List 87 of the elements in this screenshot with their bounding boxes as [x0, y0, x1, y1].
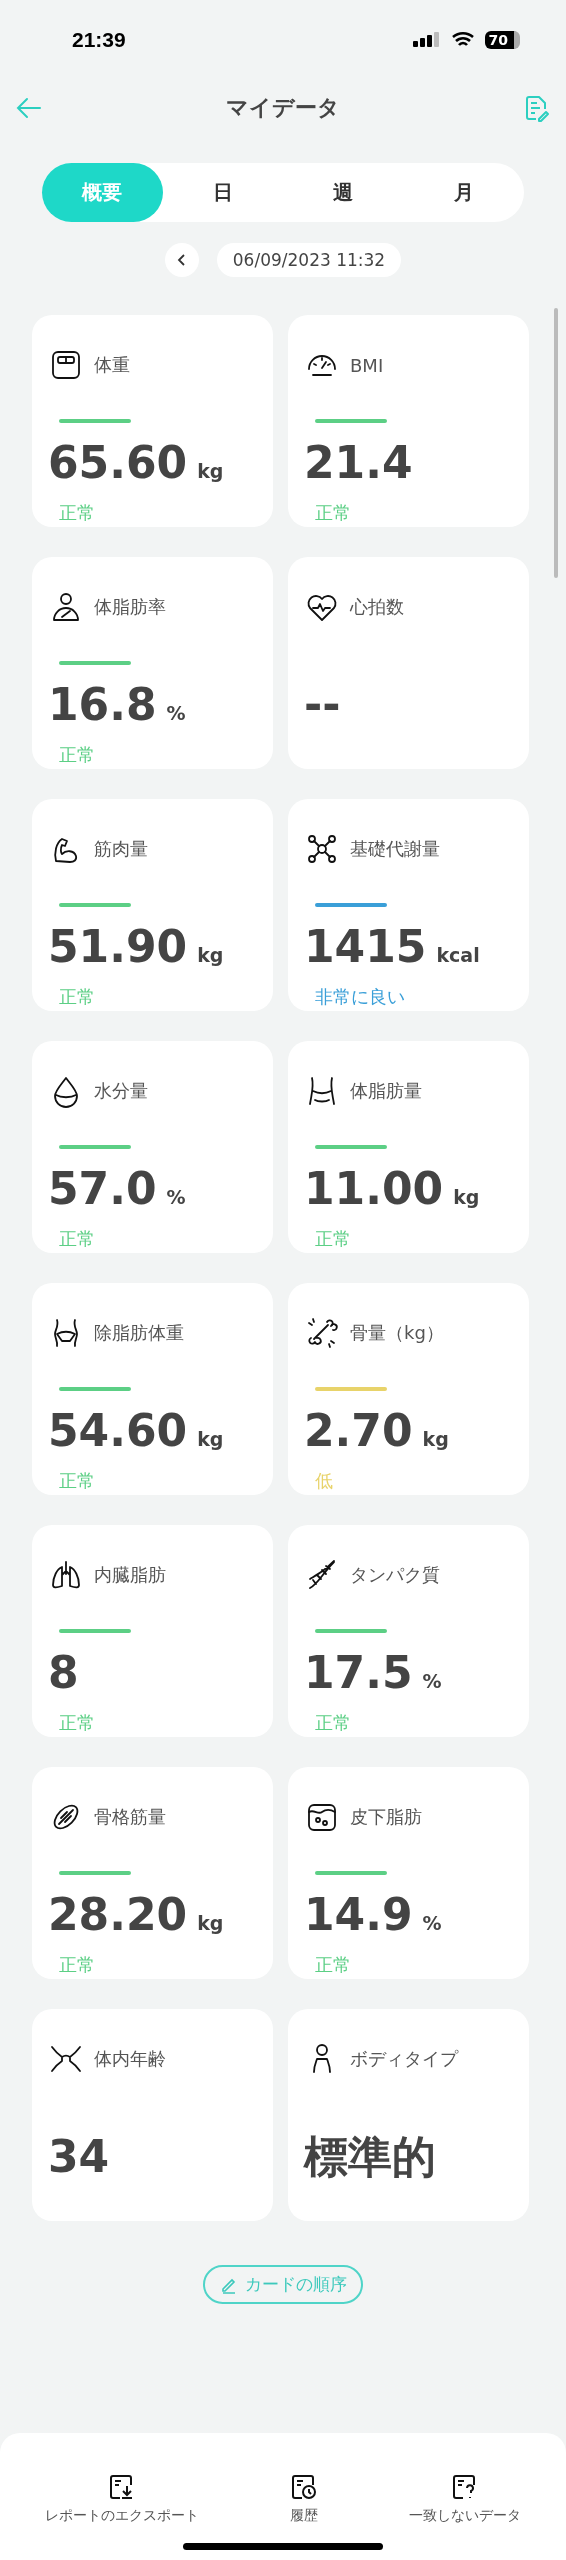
home-indicator[interactable]	[183, 2543, 383, 2550]
metric-unit: %	[166, 1186, 186, 1208]
metric-card[interactable]: 除脂肪体重 54.60 kg 正常	[32, 1283, 273, 1495]
metric-value: 54.60	[48, 1405, 188, 1457]
metric-title: 心拍数	[350, 595, 404, 619]
status-label: 非常に良い	[315, 985, 406, 1009]
metric-title: 体内年齢	[94, 2047, 166, 2071]
scrollbar[interactable]	[554, 308, 558, 578]
metric-unit: kg	[197, 1428, 224, 1450]
metric-unit: kg	[422, 1428, 449, 1450]
status-label: 正常	[315, 1227, 352, 1251]
bottom-bar-item[interactable]: 履歴	[290, 2473, 318, 2560]
metric-card[interactable]: 水分量 57.0 % 正常	[32, 1041, 273, 1253]
metric-unit: kg	[453, 1186, 480, 1208]
metric-card[interactable]: 骨量（kg） 2.70 kg 低	[288, 1283, 529, 1495]
metric-title: ボディタイプ	[350, 2047, 458, 2071]
metric-value: 51.90	[48, 921, 188, 973]
status-label: 正常	[315, 1953, 352, 1977]
metric-value: 標準的	[304, 2131, 436, 2183]
metric-value: 2.70	[304, 1405, 413, 1457]
metric-card[interactable]: 内臓脂肪 8 正常	[32, 1525, 273, 1737]
metric-card[interactable]: タンパク質 17.5 % 正常	[288, 1525, 529, 1737]
metric-value: 14.9	[304, 1889, 413, 1941]
metric-value: 11.00	[304, 1163, 444, 1215]
status-label: 正常	[59, 1953, 96, 1977]
metric-unit: kg	[197, 1912, 224, 1934]
status-label: 正常	[59, 1469, 96, 1493]
previous-button[interactable]	[164, 243, 199, 277]
metric-card[interactable]: 体内年齢 34	[32, 2009, 273, 2221]
metric-unit: kcal	[436, 944, 480, 966]
metric-title: 基礎代謝量	[350, 837, 440, 861]
metric-value: 34	[48, 2131, 110, 2183]
status-label: 正常	[59, 743, 96, 767]
battery-level: 70	[484, 31, 520, 49]
metric-unit: %	[166, 702, 186, 724]
bottom-bar-item[interactable]: 一致しないデータ	[408, 2473, 521, 2560]
metric-value: 16.8	[48, 679, 157, 731]
document-clock-icon	[290, 2473, 318, 2501]
metric-title: 水分量	[94, 1079, 148, 1103]
period-tab[interactable]: 月	[403, 163, 524, 222]
metric-unit: kg	[197, 460, 224, 482]
status-label: 正常	[315, 501, 352, 525]
metric-title: 骨量（kg）	[350, 1321, 444, 1345]
metric-value: 1415	[304, 921, 427, 973]
signal-icon	[412, 31, 441, 49]
status-label: 正常	[59, 501, 96, 525]
period-tab[interactable]: 週	[283, 163, 404, 222]
metric-title: 除脂肪体重	[94, 1321, 184, 1345]
metric-card[interactable]: 骨格筋量 28.20 kg 正常	[32, 1767, 273, 1979]
metric-card[interactable]: ボディタイプ 標準的	[288, 2009, 529, 2221]
metric-title: 体重	[94, 353, 130, 377]
metric-value: --	[304, 679, 341, 731]
status-label: 正常	[59, 1227, 96, 1251]
status-label: 正常	[59, 1711, 96, 1735]
metric-value: 21.4	[304, 437, 413, 489]
status-label: 正常	[59, 985, 96, 1009]
bottom-bar-item[interactable]: レポートのエクスポート	[45, 2473, 200, 2560]
clock-time: 21:39	[72, 28, 126, 52]
metric-title: 体脂肪率	[94, 595, 166, 619]
metric-card[interactable]: BMI 21.4 正常	[288, 315, 529, 527]
metric-value: 65.60	[48, 437, 188, 489]
status-label: 低	[315, 1469, 334, 1493]
status-label: 正常	[315, 1711, 352, 1735]
metric-card[interactable]: 体重 65.60 kg 正常	[32, 315, 273, 527]
metric-card[interactable]: 基礎代謝量 1415 kcal 非常に良い	[288, 799, 529, 1011]
metric-title: 骨格筋量	[94, 1805, 166, 1829]
metric-card[interactable]: 筋肉量 51.90 kg 正常	[32, 799, 273, 1011]
metric-value: 28.20	[48, 1889, 188, 1941]
metric-unit: %	[422, 1670, 442, 1692]
page-title: マイデータ	[226, 94, 340, 122]
period-tab[interactable]: 日	[162, 163, 283, 222]
measurement-date: 06/09/2023 11:32	[216, 243, 402, 277]
metric-title: 筋肉量	[94, 837, 148, 861]
metric-card[interactable]: 体脂肪率 16.8 % 正常	[32, 557, 273, 769]
metric-card[interactable]: 心拍数 --	[288, 557, 529, 769]
metric-title: 体脂肪量	[350, 1079, 422, 1103]
metric-value: 57.0	[48, 1163, 157, 1215]
metric-card[interactable]: 体脂肪量 11.00 kg 正常	[288, 1041, 529, 1253]
metric-title: 皮下脂肪	[350, 1805, 422, 1829]
metric-value: 17.5	[304, 1647, 413, 1699]
metric-card[interactable]: 皮下脂肪 14.9 % 正常	[288, 1767, 529, 1979]
metric-unit: kg	[197, 944, 224, 966]
metric-title: BMI	[350, 354, 384, 376]
metric-unit: %	[422, 1912, 442, 1934]
metric-title: タンパク質	[350, 1563, 440, 1587]
metric-title: 内臓脂肪	[94, 1563, 166, 1587]
metric-value: 8	[48, 1647, 79, 1699]
